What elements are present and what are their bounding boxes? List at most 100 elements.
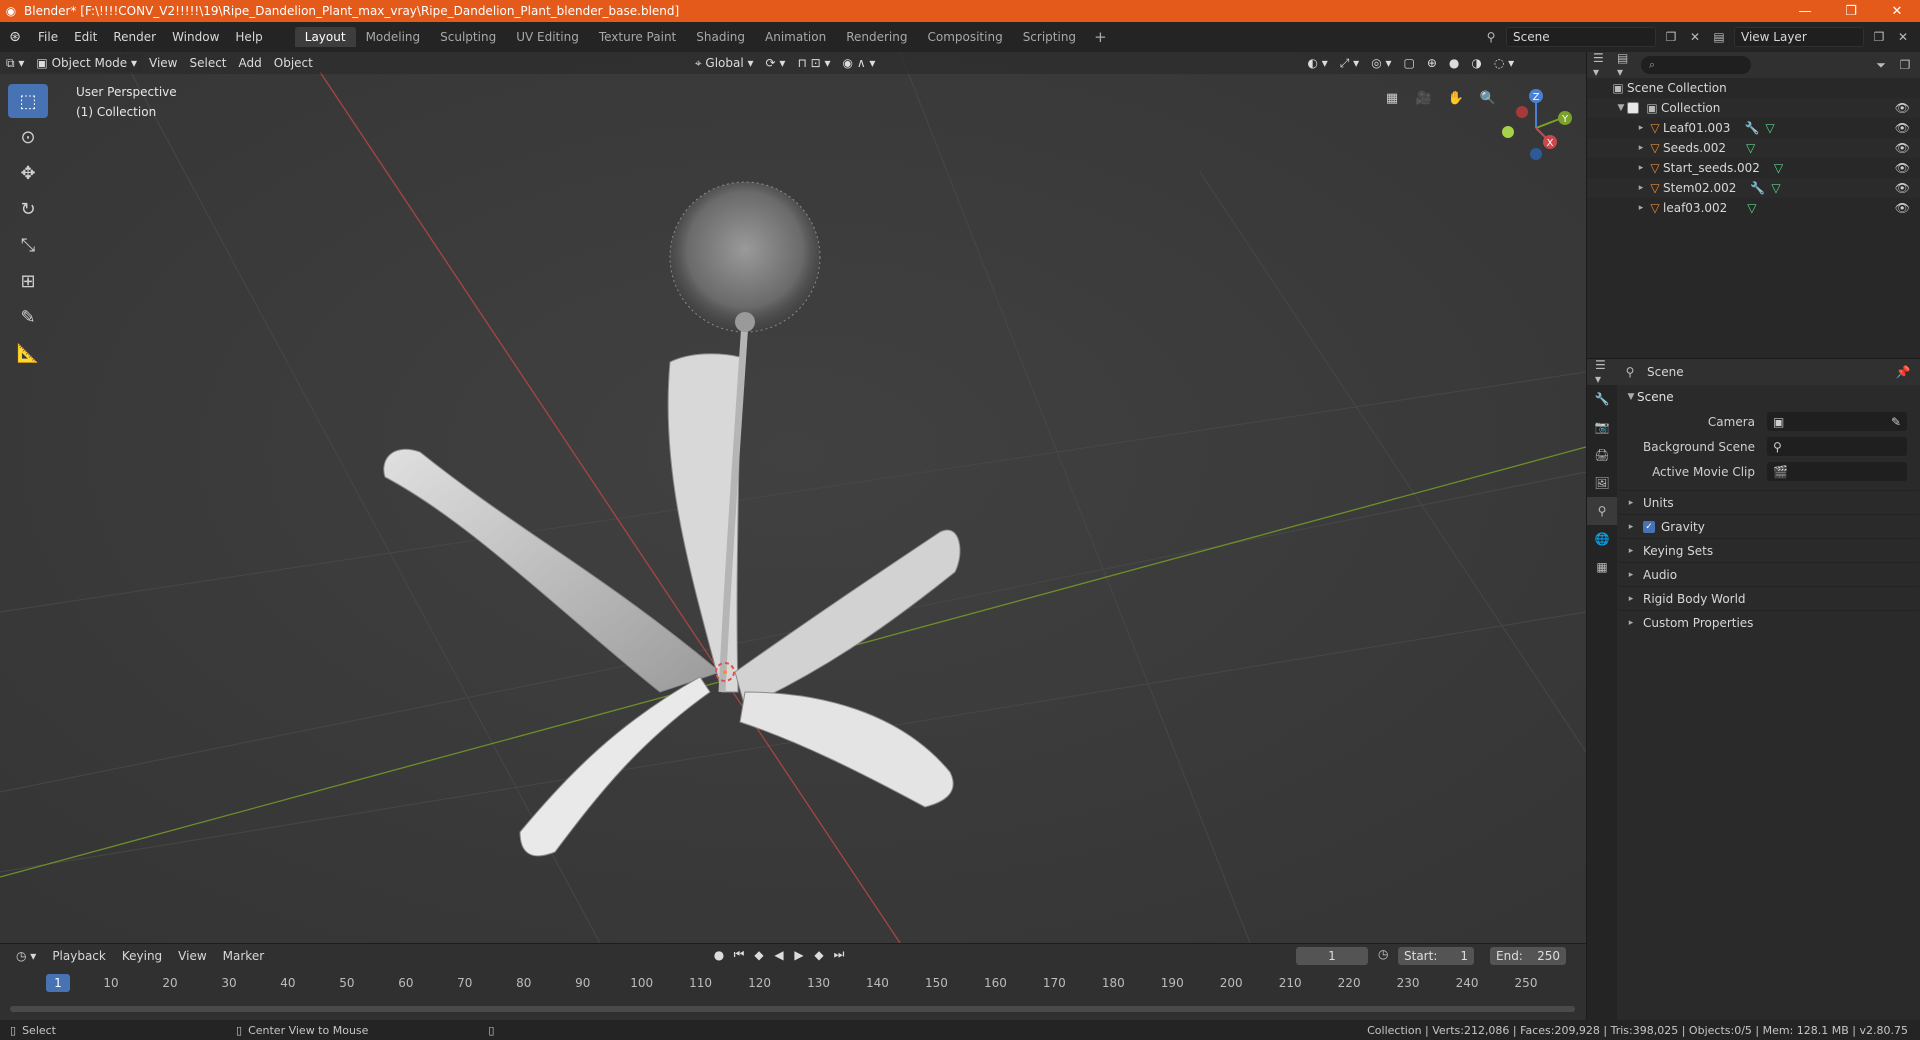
- rendered-shading-icon[interactable]: ◌ ▾: [1488, 54, 1520, 72]
- outliner-editor-icon[interactable]: ☰ ▾: [1593, 51, 1611, 79]
- move-tool-icon[interactable]: ✥: [8, 156, 48, 190]
- modifier-wrench-icon[interactable]: 🔧: [1744, 121, 1759, 135]
- pan-hand-icon[interactable]: ✋: [1444, 86, 1468, 110]
- display-mode-icon[interactable]: ▤ ▾: [1617, 51, 1635, 79]
- expand-arrow-icon[interactable]: ▸: [1635, 123, 1647, 133]
- expand-arrow-icon[interactable]: ▸: [1625, 522, 1637, 532]
- scene-selector[interactable]: Scene: [1506, 27, 1656, 47]
- tab-sculpting[interactable]: Sculpting: [430, 27, 506, 47]
- scene-collection-row[interactable]: ▣ Scene Collection: [1587, 78, 1920, 98]
- mesh-data-icon[interactable]: ▽: [1771, 181, 1780, 195]
- jump-end-icon[interactable]: ⏭: [832, 947, 846, 962]
- select-box-tool-icon[interactable]: ⬚: [8, 84, 48, 118]
- prev-keyframe-icon[interactable]: ◆: [752, 948, 766, 962]
- close-button[interactable]: ✕: [1874, 0, 1920, 22]
- modifier-wrench-icon[interactable]: 🔧: [1750, 181, 1765, 195]
- record-icon[interactable]: ●: [712, 948, 726, 962]
- eye-icon[interactable]: 👁: [1895, 161, 1910, 175]
- next-keyframe-icon[interactable]: ◆: [812, 948, 826, 962]
- menu-timeline-view[interactable]: View: [170, 949, 214, 963]
- blender-menu-icon[interactable]: ⊛: [0, 29, 30, 45]
- filter-icon[interactable]: ⏷: [1872, 56, 1890, 74]
- menu-window[interactable]: Window: [164, 30, 227, 44]
- expand-arrow-icon[interactable]: ▸: [1625, 498, 1637, 508]
- rotate-tool-icon[interactable]: ↻: [8, 192, 48, 226]
- start-frame-field[interactable]: Start: 1: [1398, 947, 1474, 965]
- outliner-object-row[interactable]: ▸ ▽ Seeds.002 ▽ 👁: [1587, 138, 1920, 158]
- annotate-tool-icon[interactable]: ✎: [8, 300, 48, 334]
- expand-arrow-icon[interactable]: ▸: [1625, 594, 1637, 604]
- camera-field[interactable]: ▣ ✎: [1767, 412, 1907, 431]
- expand-arrow-icon[interactable]: ▸: [1635, 183, 1647, 193]
- mesh-data-icon[interactable]: ▽: [1774, 161, 1783, 175]
- timeline-scrollbar[interactable]: [10, 1006, 1575, 1012]
- play-icon[interactable]: ▶: [792, 948, 806, 962]
- delete-scene-icon[interactable]: ✕: [1686, 28, 1704, 46]
- zoom-icon[interactable]: 🔍: [1476, 86, 1500, 110]
- menu-render[interactable]: Render: [105, 30, 164, 44]
- expand-arrow-icon[interactable]: ▸: [1625, 618, 1637, 628]
- timeline-editor-type-icon[interactable]: ◷ ▾: [8, 949, 44, 963]
- collection-row[interactable]: ▼ ▣ Collection 👁: [1587, 98, 1920, 118]
- play-reverse-icon[interactable]: ◀: [772, 948, 786, 962]
- eye-icon[interactable]: 👁: [1895, 121, 1910, 135]
- menu-object[interactable]: Object: [268, 54, 319, 72]
- menu-edit[interactable]: Edit: [66, 30, 105, 44]
- tab-tool-icon[interactable]: 🔧: [1587, 385, 1617, 413]
- tab-output-icon[interactable]: 🖨: [1587, 441, 1617, 469]
- new-scene-icon[interactable]: ❐: [1662, 28, 1680, 46]
- view-layer-icon[interactable]: ▤: [1710, 28, 1728, 46]
- menu-add[interactable]: Add: [233, 54, 268, 72]
- tab-world-icon[interactable]: 🌐: [1587, 525, 1617, 553]
- menu-playback[interactable]: Playback: [44, 949, 114, 963]
- solid-shading-icon[interactable]: ●: [1443, 54, 1465, 72]
- visibility-icon[interactable]: ◐ ▾: [1301, 54, 1333, 72]
- mode-selector[interactable]: ▣ Object Mode ▾: [30, 54, 143, 72]
- new-collection-icon[interactable]: ❐: [1896, 56, 1914, 74]
- cursor-tool-icon[interactable]: ⊙: [8, 120, 48, 154]
- mesh-data-icon[interactable]: ▽: [1746, 141, 1755, 155]
- tab-scripting[interactable]: Scripting: [1013, 27, 1086, 47]
- tab-animation[interactable]: Animation: [755, 27, 836, 47]
- end-frame-field[interactable]: End: 250: [1490, 947, 1566, 965]
- scene-panel-header[interactable]: ▼ Scene: [1619, 385, 1919, 409]
- expand-arrow-icon[interactable]: ▸: [1635, 203, 1647, 213]
- eye-icon[interactable]: 👁: [1895, 141, 1910, 155]
- restore-button[interactable]: ❐: [1828, 0, 1874, 22]
- orientation-selector[interactable]: ⌖ Global ▾: [689, 54, 760, 72]
- menu-select[interactable]: Select: [183, 54, 232, 72]
- tab-compositing[interactable]: Compositing: [917, 27, 1012, 47]
- tab-shading[interactable]: Shading: [686, 27, 755, 47]
- eye-icon[interactable]: 👁: [1895, 201, 1910, 215]
- panel-collapse-icon[interactable]: ▼: [1625, 392, 1637, 402]
- expand-arrow-icon[interactable]: ▸: [1635, 143, 1647, 153]
- overlay-toggle-icon[interactable]: ◎ ▾: [1365, 54, 1397, 72]
- measure-tool-icon[interactable]: 📐: [8, 336, 48, 370]
- scale-tool-icon[interactable]: ⤡: [8, 228, 48, 262]
- collection-checkbox[interactable]: [1627, 102, 1639, 114]
- tab-layout[interactable]: Layout: [294, 27, 356, 47]
- tab-modeling[interactable]: Modeling: [356, 27, 431, 47]
- outliner-search-input[interactable]: ⌕: [1641, 56, 1751, 74]
- tab-scene-icon[interactable]: ⚲: [1587, 497, 1617, 525]
- outliner-object-row[interactable]: ▸ ▽ leaf03.002 ▽ 👁: [1587, 198, 1920, 218]
- wireframe-shading-icon[interactable]: ⊕: [1421, 54, 1443, 72]
- mesh-data-icon[interactable]: ▽: [1747, 201, 1756, 215]
- mesh-data-icon[interactable]: ▽: [1765, 121, 1774, 135]
- gravity-checkbox[interactable]: ✓: [1643, 520, 1655, 533]
- menu-marker[interactable]: Marker: [215, 949, 272, 963]
- units-panel[interactable]: ▸ Units: [1619, 490, 1919, 514]
- tab-render-icon[interactable]: 📷: [1587, 413, 1617, 441]
- background-scene-field[interactable]: ⚲: [1767, 437, 1907, 456]
- outliner-object-row[interactable]: ▸ ▽ Start_seeds.002 ▽ 👁: [1587, 158, 1920, 178]
- proportional-edit-icon[interactable]: ◉ ∧ ▾: [837, 54, 882, 72]
- scene-icon[interactable]: ⚲: [1482, 28, 1500, 46]
- pin-icon[interactable]: 📌: [1894, 363, 1912, 381]
- tab-texture-paint[interactable]: Texture Paint: [589, 27, 686, 47]
- rigid-body-world-panel[interactable]: ▸ Rigid Body World: [1619, 586, 1919, 610]
- expand-arrow-icon[interactable]: ▸: [1625, 570, 1637, 580]
- gizmo-toggle-icon[interactable]: ⤢ ▾: [1334, 54, 1365, 72]
- minimize-button[interactable]: —: [1782, 0, 1828, 22]
- eyedropper-icon[interactable]: ✎: [1891, 415, 1907, 429]
- gravity-panel[interactable]: ▸ ✓ Gravity: [1619, 514, 1919, 538]
